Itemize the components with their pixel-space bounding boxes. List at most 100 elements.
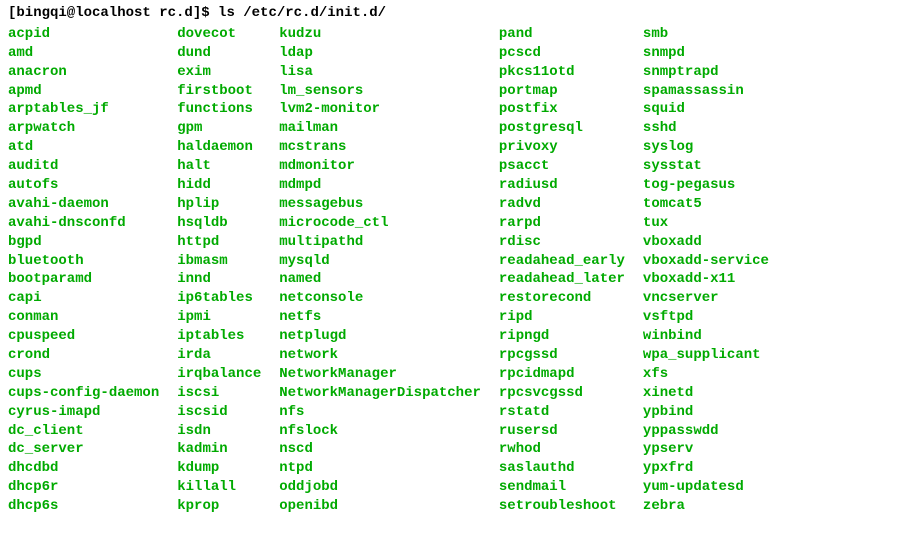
file-entry: iptables bbox=[177, 327, 261, 346]
listing-column-1: dovecotdundeximfirstbootfunctionsgpmhald… bbox=[177, 25, 261, 516]
file-entry: innd bbox=[177, 270, 261, 289]
file-entry: mailman bbox=[279, 119, 481, 138]
file-entry: auditd bbox=[8, 157, 159, 176]
file-entry: amd bbox=[8, 44, 159, 63]
file-entry: xinetd bbox=[643, 384, 769, 403]
prompt-line: [bingqi@localhost rc.d]$ ls /etc/rc.d/in… bbox=[8, 4, 906, 23]
file-entry: lvm2-monitor bbox=[279, 100, 481, 119]
file-entry: iscsid bbox=[177, 403, 261, 422]
file-entry: avahi-dnsconfd bbox=[8, 214, 159, 233]
file-entry: atd bbox=[8, 138, 159, 157]
file-entry: yppasswdd bbox=[643, 422, 769, 441]
file-entry: cpuspeed bbox=[8, 327, 159, 346]
file-entry: saslauthd bbox=[499, 459, 625, 478]
file-entry: dhcdbd bbox=[8, 459, 159, 478]
file-entry: netplugd bbox=[279, 327, 481, 346]
listing-column-3: pandpcscdpkcs11otdportmappostfixpostgres… bbox=[499, 25, 625, 516]
file-entry: dovecot bbox=[177, 25, 261, 44]
file-entry: ypserv bbox=[643, 440, 769, 459]
file-entry: netconsole bbox=[279, 289, 481, 308]
file-entry: nscd bbox=[279, 440, 481, 459]
file-entry: spamassassin bbox=[643, 82, 769, 101]
file-entry: bgpd bbox=[8, 233, 159, 252]
file-entry: ripngd bbox=[499, 327, 625, 346]
file-entry: tomcat5 bbox=[643, 195, 769, 214]
file-entry: nfs bbox=[279, 403, 481, 422]
file-entry: autofs bbox=[8, 176, 159, 195]
file-entry: crond bbox=[8, 346, 159, 365]
file-entry: ibmasm bbox=[177, 252, 261, 271]
file-entry: arpwatch bbox=[8, 119, 159, 138]
file-entry: snmpd bbox=[643, 44, 769, 63]
file-entry: pand bbox=[499, 25, 625, 44]
file-entry: cyrus-imapd bbox=[8, 403, 159, 422]
file-entry: vboxadd bbox=[643, 233, 769, 252]
file-entry: httpd bbox=[177, 233, 261, 252]
file-entry: multipathd bbox=[279, 233, 481, 252]
file-entry: isdn bbox=[177, 422, 261, 441]
file-entry: syslog bbox=[643, 138, 769, 157]
file-entry: avahi-daemon bbox=[8, 195, 159, 214]
file-entry: wpa_supplicant bbox=[643, 346, 769, 365]
file-entry: radiusd bbox=[499, 176, 625, 195]
prompt-command: ls /etc/rc.d/init.d/ bbox=[218, 5, 386, 21]
file-entry: ldap bbox=[279, 44, 481, 63]
file-entry: arptables_jf bbox=[8, 100, 159, 119]
file-entry: restorecond bbox=[499, 289, 625, 308]
file-entry: cups bbox=[8, 365, 159, 384]
file-entry: ypxfrd bbox=[643, 459, 769, 478]
file-entry: tog-pegasus bbox=[643, 176, 769, 195]
file-entry: readahead_later bbox=[499, 270, 625, 289]
file-entry: dc_client bbox=[8, 422, 159, 441]
file-entry: ntpd bbox=[279, 459, 481, 478]
file-entry: anacron bbox=[8, 63, 159, 82]
file-entry: kadmin bbox=[177, 440, 261, 459]
file-entry: apmd bbox=[8, 82, 159, 101]
file-entry: capi bbox=[8, 289, 159, 308]
file-entry: halt bbox=[177, 157, 261, 176]
file-entry: haldaemon bbox=[177, 138, 261, 157]
file-entry: openibd bbox=[279, 497, 481, 516]
file-entry: dhcp6s bbox=[8, 497, 159, 516]
file-entry: microcode_ctl bbox=[279, 214, 481, 233]
file-entry: tux bbox=[643, 214, 769, 233]
file-entry: nfslock bbox=[279, 422, 481, 441]
file-entry: ipmi bbox=[177, 308, 261, 327]
prompt-user-host: [bingqi@localhost rc.d]$ bbox=[8, 5, 210, 21]
file-entry: postgresql bbox=[499, 119, 625, 138]
file-entry: sendmail bbox=[499, 478, 625, 497]
file-entry: xfs bbox=[643, 365, 769, 384]
file-entry: mdmpd bbox=[279, 176, 481, 195]
file-entry: NetworkManager bbox=[279, 365, 481, 384]
file-entry: hidd bbox=[177, 176, 261, 195]
file-entry: smb bbox=[643, 25, 769, 44]
file-entry: rusersd bbox=[499, 422, 625, 441]
file-entry: irda bbox=[177, 346, 261, 365]
file-entry: oddjobd bbox=[279, 478, 481, 497]
file-entry: bluetooth bbox=[8, 252, 159, 271]
file-entry: rwhod bbox=[499, 440, 625, 459]
file-entry: ip6tables bbox=[177, 289, 261, 308]
file-entry: yum-updatesd bbox=[643, 478, 769, 497]
file-entry: sshd bbox=[643, 119, 769, 138]
file-entry: readahead_early bbox=[499, 252, 625, 271]
file-entry: NetworkManagerDispatcher bbox=[279, 384, 481, 403]
file-entry: vboxadd-x11 bbox=[643, 270, 769, 289]
file-entry: rstatd bbox=[499, 403, 625, 422]
file-entry: portmap bbox=[499, 82, 625, 101]
file-entry: hsqldb bbox=[177, 214, 261, 233]
file-entry: pkcs11otd bbox=[499, 63, 625, 82]
file-entry: vboxadd-service bbox=[643, 252, 769, 271]
file-entry: setroubleshoot bbox=[499, 497, 625, 516]
file-entry: mysqld bbox=[279, 252, 481, 271]
file-entry: rpcsvcgssd bbox=[499, 384, 625, 403]
file-entry: mdmonitor bbox=[279, 157, 481, 176]
file-entry: exim bbox=[177, 63, 261, 82]
file-entry: winbind bbox=[643, 327, 769, 346]
file-entry: irqbalance bbox=[177, 365, 261, 384]
file-entry: netfs bbox=[279, 308, 481, 327]
file-entry: snmptrapd bbox=[643, 63, 769, 82]
file-entry: iscsi bbox=[177, 384, 261, 403]
file-entry: sysstat bbox=[643, 157, 769, 176]
file-entry: hplip bbox=[177, 195, 261, 214]
